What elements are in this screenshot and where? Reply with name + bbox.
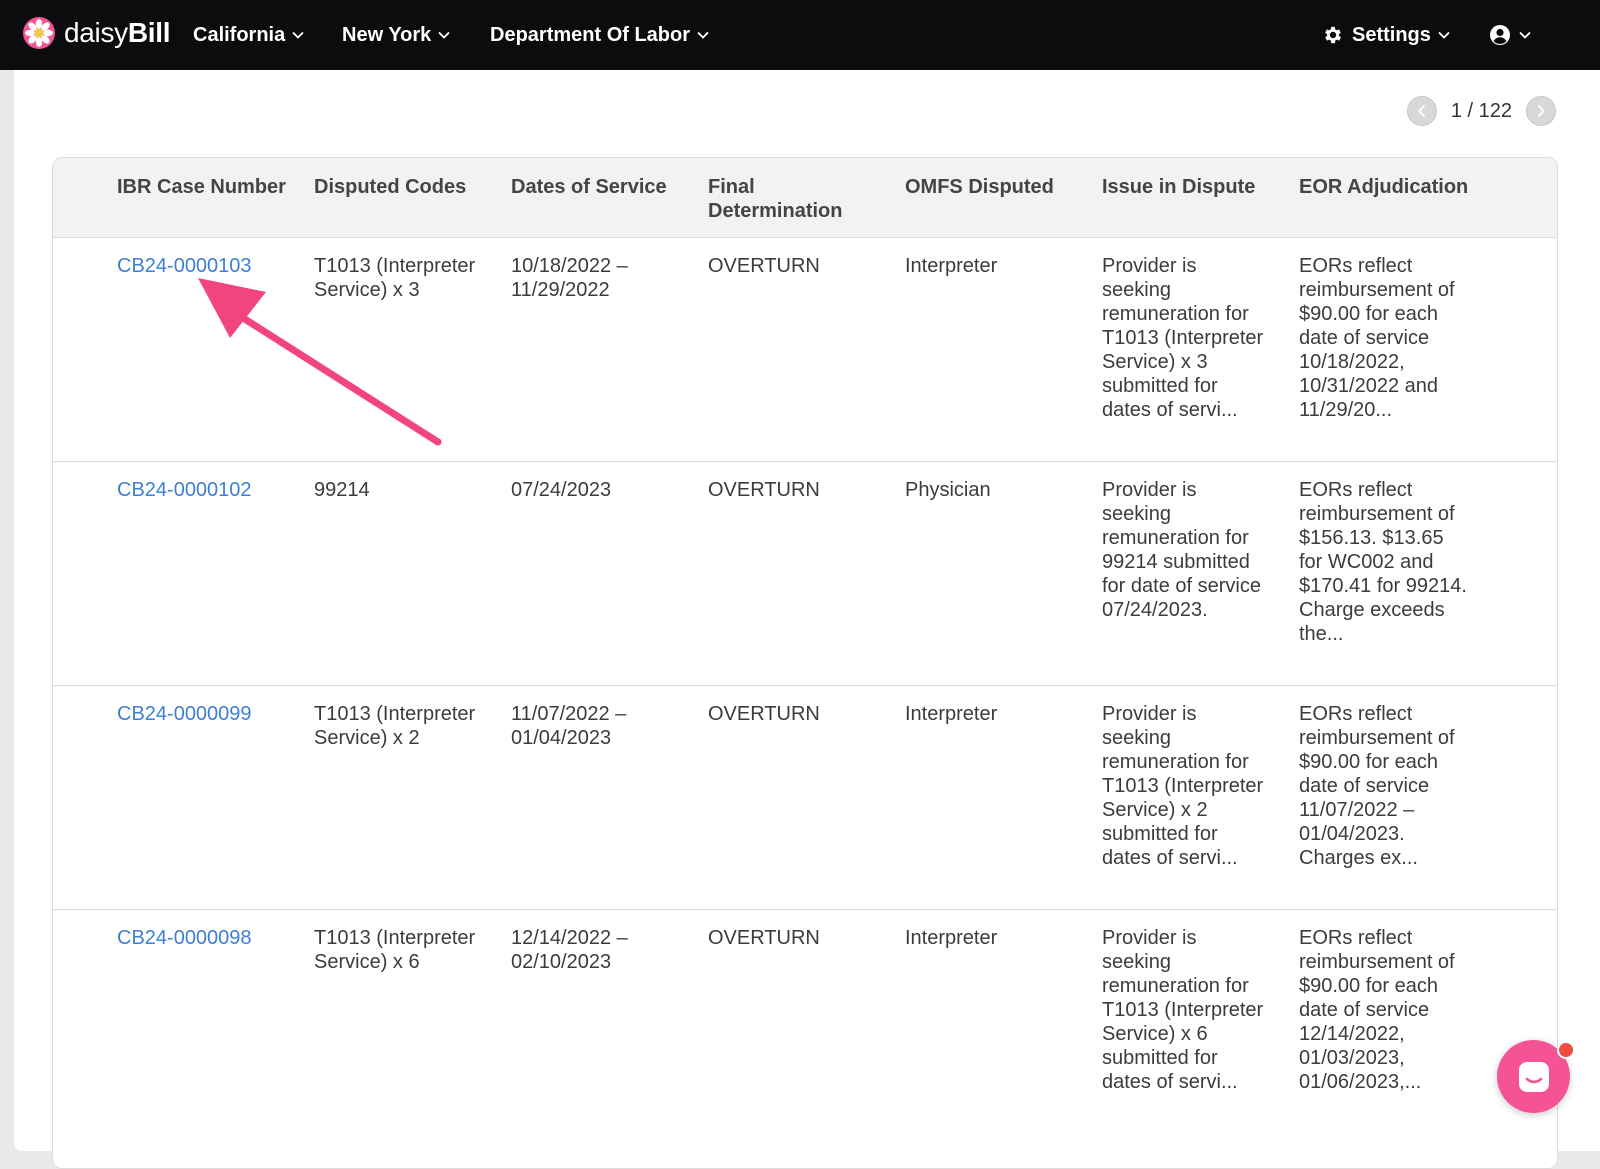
chevron-down-icon bbox=[292, 31, 304, 39]
chat-bubble-icon bbox=[1518, 1061, 1549, 1092]
disputed-codes-cell: T1013 (Interpreter Service) x 6 bbox=[314, 927, 476, 973]
column-header-final-determination[interactable]: Final Determination bbox=[708, 175, 878, 223]
chevron-down-icon bbox=[1519, 31, 1531, 39]
chevron-down-icon bbox=[438, 31, 450, 39]
daisy-flower-icon bbox=[23, 17, 55, 49]
top-nav-bar: daisyBill California New York Department… bbox=[0, 0, 1600, 70]
chevron-left-icon bbox=[1417, 104, 1426, 118]
table-row[interactable]: CB24-0000102 99214 07/24/2023 OVERTURN P… bbox=[53, 462, 1557, 686]
final-determination-cell: OVERTURN bbox=[708, 703, 820, 725]
column-header-eor-adjudication[interactable]: EOR Adjudication bbox=[1299, 175, 1469, 199]
nav-california[interactable]: California bbox=[193, 20, 304, 50]
settings-menu[interactable]: Settings bbox=[1322, 20, 1450, 50]
table-row[interactable]: CB24-0000099 T1013 (Interpreter Service)… bbox=[53, 686, 1557, 910]
previous-page-button[interactable] bbox=[1406, 96, 1437, 126]
dates-of-service-cell: 10/18/2022 – 11/29/2022 bbox=[511, 255, 628, 301]
omfs-disputed-cell: Interpreter bbox=[905, 927, 998, 949]
nav-california-label: California bbox=[193, 23, 286, 46]
chevron-right-icon bbox=[1537, 104, 1545, 118]
disputed-codes-cell: T1013 (Interpreter Service) x 2 bbox=[314, 703, 476, 749]
page-indicator: 1 / 122 bbox=[1450, 99, 1512, 122]
dates-of-service-cell: 11/07/2022 – 01/04/2023 bbox=[511, 703, 627, 749]
dates-of-service-cell: 12/14/2022 – 02/10/2023 bbox=[511, 927, 628, 973]
column-header-dates-of-service[interactable]: Dates of Service bbox=[511, 175, 681, 199]
issue-in-dispute-cell: Provider is seeking remuneration for T10… bbox=[1102, 927, 1264, 1093]
user-circle-icon bbox=[1490, 25, 1510, 45]
nav-new-york[interactable]: New York bbox=[342, 20, 450, 50]
table-row[interactable]: CB24-0000103 T1013 (Interpreter Service)… bbox=[53, 238, 1557, 462]
settings-label: Settings bbox=[1352, 23, 1431, 46]
nav-department-of-labor[interactable]: Department Of Labor bbox=[490, 20, 709, 50]
omfs-disputed-cell: Interpreter bbox=[905, 255, 998, 277]
omfs-disputed-cell: Physician bbox=[905, 479, 991, 501]
next-page-button[interactable] bbox=[1526, 96, 1556, 126]
issue-in-dispute-cell: Provider is seeking remuneration for 992… bbox=[1102, 479, 1261, 621]
brand-name-bold: Bill bbox=[127, 17, 171, 48]
eor-adjudication-cell: EORs reflect reimbursement of $90.00 for… bbox=[1299, 927, 1455, 1093]
disputed-codes-cell: 99214 bbox=[314, 479, 370, 501]
column-header-omfs-disputed[interactable]: OMFS Disputed bbox=[905, 175, 1075, 199]
account-menu[interactable] bbox=[1488, 20, 1531, 50]
table-header: IBR Case Number Disputed Codes Dates of … bbox=[53, 158, 1557, 238]
issue-in-dispute-cell: Provider is seeking remuneration for T10… bbox=[1102, 255, 1264, 421]
omfs-disputed-cell: Interpreter bbox=[905, 703, 998, 725]
ibr-cases-table: IBR Case Number Disputed Codes Dates of … bbox=[52, 157, 1558, 1169]
brand-name-light: daisy bbox=[64, 17, 128, 48]
disputed-codes-cell: T1013 (Interpreter Service) x 3 bbox=[314, 255, 476, 301]
eor-adjudication-cell: EORs reflect reimbursement of $90.00 for… bbox=[1299, 255, 1455, 421]
final-determination-cell: OVERTURN bbox=[708, 255, 820, 277]
column-header-disputed-codes[interactable]: Disputed Codes bbox=[314, 175, 484, 199]
chevron-down-icon bbox=[1438, 31, 1450, 39]
case-number-link[interactable]: CB24-0000099 bbox=[117, 702, 297, 726]
column-header-issue-in-dispute[interactable]: Issue in Dispute bbox=[1102, 175, 1272, 199]
gear-icon bbox=[1325, 26, 1341, 44]
table-row[interactable]: CB24-0000098 T1013 (Interpreter Service)… bbox=[53, 910, 1557, 1133]
brand-name: daisyBill bbox=[64, 17, 171, 49]
column-header-case-number[interactable]: IBR Case Number bbox=[117, 175, 287, 199]
notification-dot bbox=[1557, 1041, 1575, 1059]
case-number-link[interactable]: CB24-0000103 bbox=[117, 254, 297, 278]
case-number-link[interactable]: CB24-0000098 bbox=[117, 926, 297, 950]
final-determination-cell: OVERTURN bbox=[708, 927, 820, 949]
issue-in-dispute-cell: Provider is seeking remuneration for T10… bbox=[1102, 703, 1264, 869]
pagination: 1 / 122 bbox=[1406, 96, 1556, 126]
final-determination-cell: OVERTURN bbox=[708, 479, 820, 501]
brand-logo[interactable]: daisyBill bbox=[22, 16, 171, 50]
nav-department-of-labor-label: Department Of Labor bbox=[490, 23, 691, 46]
eor-adjudication-cell: EORs reflect reimbursement of $90.00 for… bbox=[1299, 703, 1455, 869]
chevron-down-icon bbox=[697, 31, 709, 39]
eor-adjudication-cell: EORs reflect reimbursement of $156.13. $… bbox=[1299, 479, 1467, 645]
nav-new-york-label: New York bbox=[342, 23, 432, 46]
case-number-link[interactable]: CB24-0000102 bbox=[117, 478, 297, 502]
dates-of-service-cell: 07/24/2023 bbox=[511, 479, 612, 501]
